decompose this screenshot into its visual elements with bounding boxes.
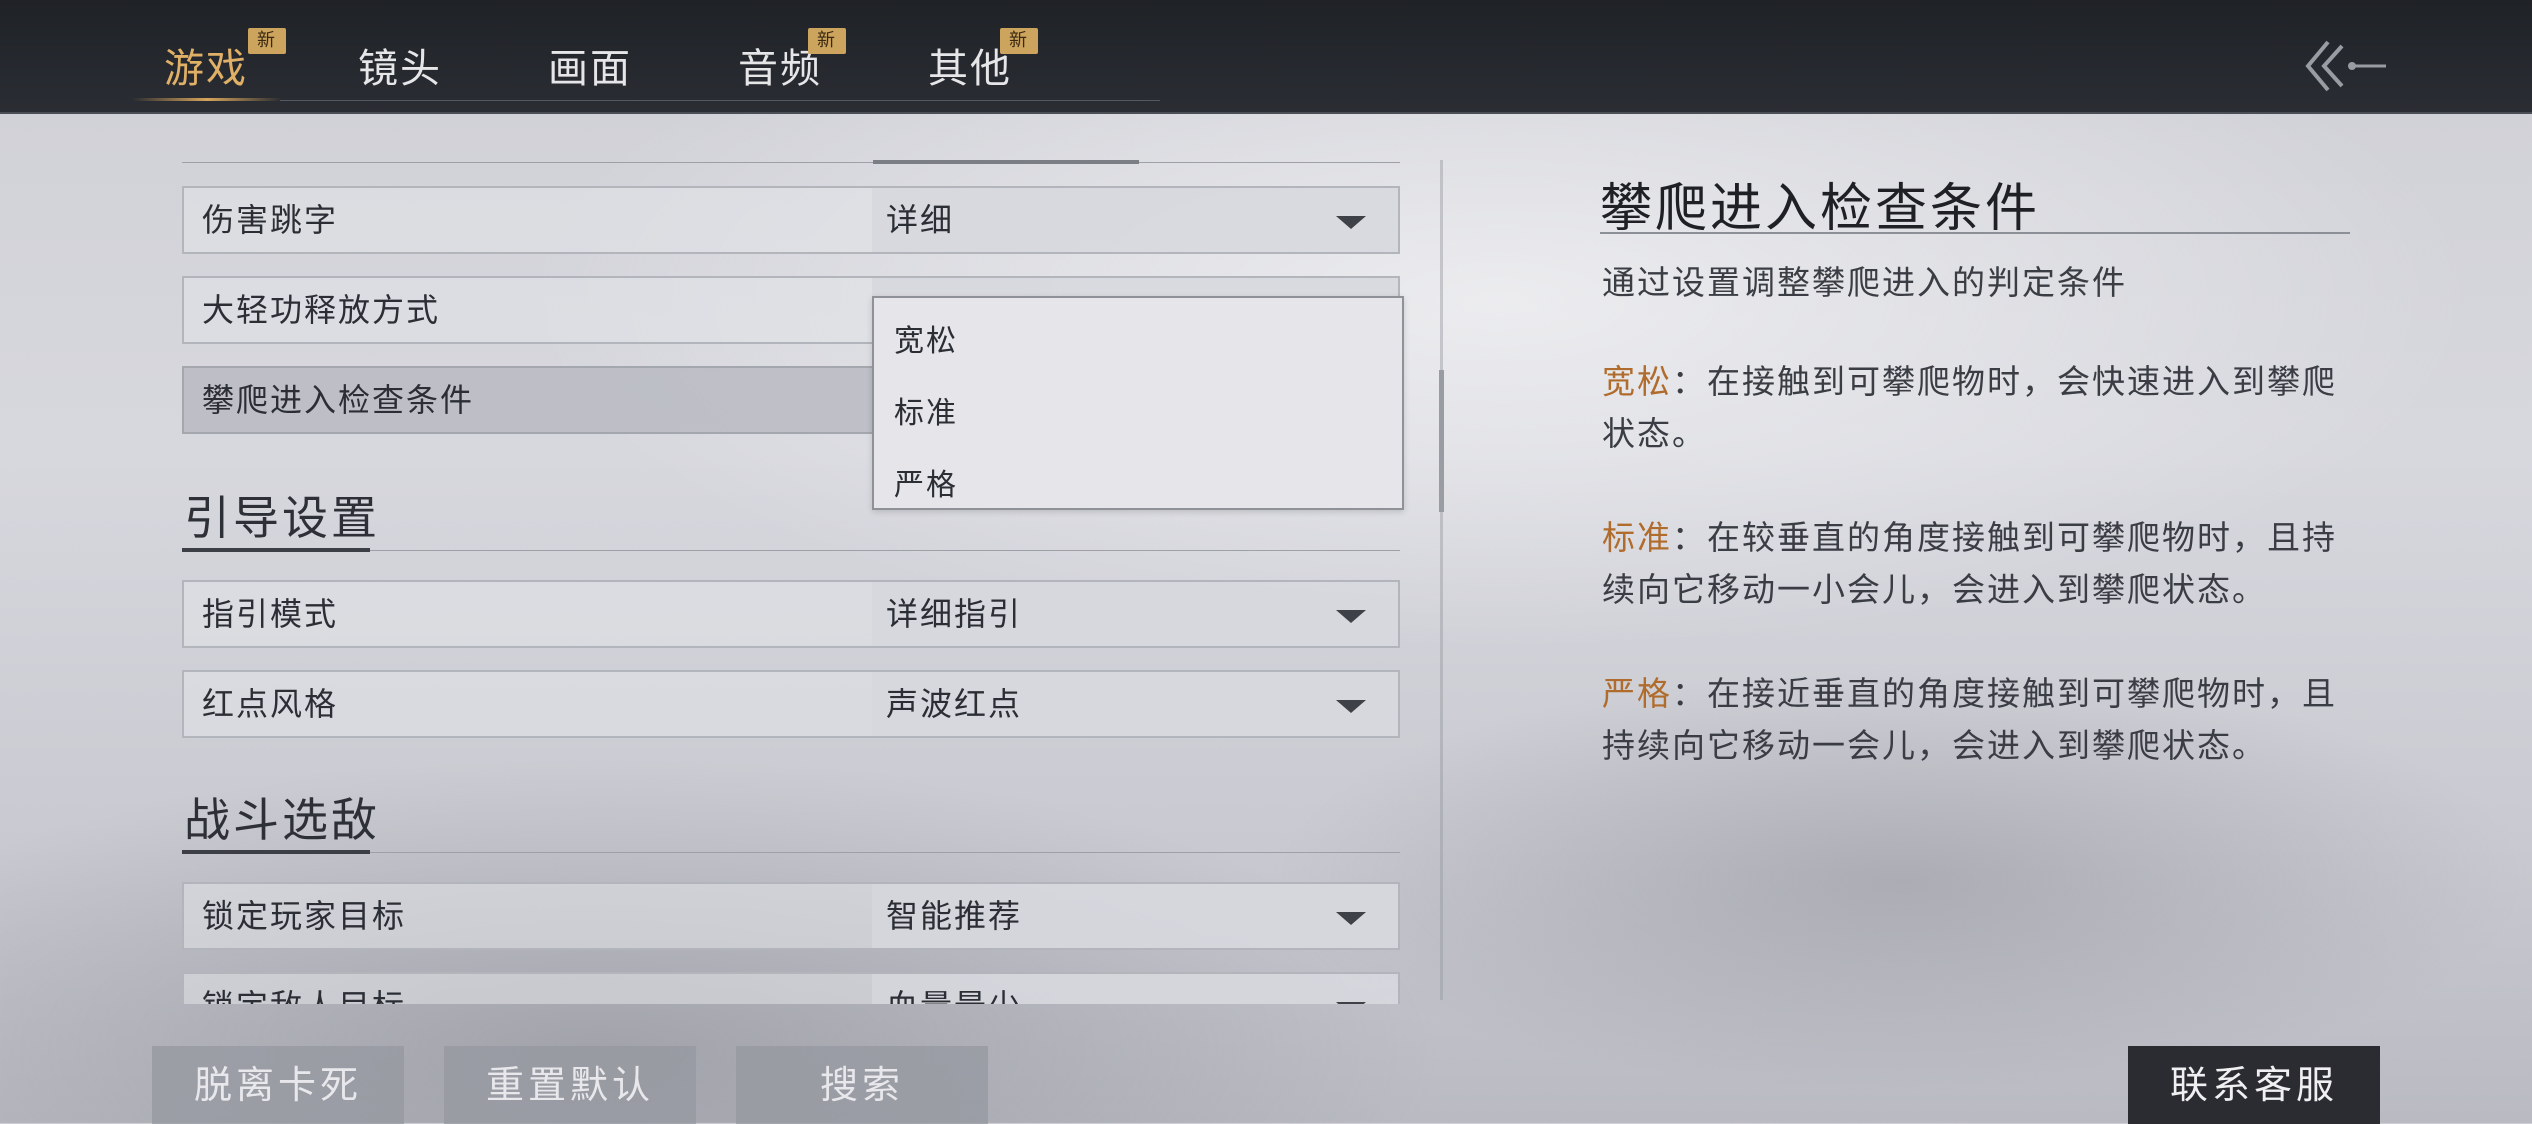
section-title-combat: 战斗选敌 [184, 793, 380, 847]
setting-value: 智能推荐 [886, 897, 1023, 935]
new-badge: 新 [1000, 28, 1038, 54]
new-badge: 新 [248, 28, 286, 54]
setting-label: 红点风格 [202, 685, 339, 723]
setting-select[interactable]: 智能推荐 [872, 884, 1398, 948]
active-tab-underline [132, 98, 282, 101]
tab-audio[interactable]: 音频 新 [738, 28, 846, 96]
double-chevron-left-icon [2305, 40, 2386, 92]
tab-label: 游戏 [164, 46, 248, 92]
setting-value: 血量最少 [886, 974, 1022, 1004]
setting-label: 锁定玩家目标 [202, 897, 407, 935]
back-button[interactable] [2300, 36, 2390, 96]
setting-row-reddot-style[interactable]: 红点风格 声波红点 [182, 670, 1400, 738]
setting-label: 伤害跳字 [202, 201, 339, 239]
setting-label: 锁定敌人目标 [202, 974, 406, 1004]
dropdown-option-standard[interactable]: 标准 [894, 388, 958, 432]
detail-subtitle: 通过设置调整攀爬进入的判定条件 [1602, 263, 2127, 302]
setting-row-lock-player[interactable]: 锁定玩家目标 智能推荐 [182, 882, 1400, 950]
settings-list[interactable]: 伤害跳字 详细 大轻功释放方式 攀爬进入检查条件 引导设置 指引模式 详细指引 … [180, 112, 1405, 1004]
section-title-guide: 引导设置 [184, 491, 380, 545]
contact-support-button[interactable]: 联系客服 [2128, 1046, 2380, 1124]
setting-select[interactable]: 血量最少 [872, 974, 1398, 1004]
detail-key: 宽松 [1602, 362, 1672, 401]
dropdown-arrow-icon [1336, 912, 1366, 925]
dropdown-option-strict[interactable]: 严格 [894, 460, 958, 504]
dropdown-arrow-icon [1336, 216, 1366, 229]
setting-value: 详细 [886, 201, 955, 239]
dropdown-arrow-icon [1336, 700, 1366, 713]
setting-select[interactable]: 详细指引 [872, 582, 1398, 646]
setting-value: 声波红点 [886, 685, 1023, 723]
detail-text: ：在接近垂直的角度接触到可攀爬物时，且持续向它移动一会儿，会进入到攀爬状态。 [1602, 674, 2337, 765]
setting-label: 指引模式 [202, 595, 339, 633]
tab-game[interactable]: 游戏 新 [164, 28, 286, 96]
detail-text: ：在较垂直的角度接触到可攀爬物时，且持续向它移动一小会儿，会进入到攀爬状态。 [1602, 518, 2337, 609]
search-button[interactable]: 搜索 [736, 1046, 988, 1124]
detail-key: 严格 [1602, 674, 1672, 713]
tab-other[interactable]: 其他 新 [928, 28, 1038, 96]
new-badge: 新 [808, 28, 846, 54]
detail-title: 攀爬进入检查条件 [1600, 179, 2041, 239]
unstuck-button[interactable]: 脱离卡死 [152, 1046, 404, 1124]
setting-select[interactable]: 声波红点 [872, 672, 1398, 736]
climb-check-dropdown-menu[interactable]: 宽松 标准 严格 [872, 296, 1404, 510]
tab-label: 镜头 [358, 46, 442, 92]
scrollbar-thumb[interactable] [1439, 370, 1444, 512]
tab-label: 画面 [548, 46, 632, 92]
setting-row-damage-numbers[interactable]: 伤害跳字 详细 [182, 186, 1400, 254]
setting-row-guide-mode[interactable]: 指引模式 详细指引 [182, 580, 1400, 648]
detail-text: ：在接触到可攀爬物时，会快速进入到攀爬状态。 [1602, 362, 2337, 453]
divider-mark [873, 160, 1139, 164]
detail-key: 标准 [1602, 518, 1672, 557]
tab-divider [280, 100, 1160, 101]
tab-graphics[interactable]: 画面 [548, 36, 632, 96]
divider [182, 162, 1400, 163]
reset-default-button[interactable]: 重置默认 [444, 1046, 696, 1124]
dropdown-option-loose[interactable]: 宽松 [894, 316, 958, 360]
detail-item-standard: 标准：在较垂直的角度接触到可攀爬物时，且持续向它移动一小会儿，会进入到攀爬状态。 [1602, 512, 2362, 616]
setting-label: 大轻功释放方式 [202, 291, 441, 329]
scroll-track [1440, 160, 1443, 1000]
detail-title-underline [1600, 232, 2350, 234]
tab-camera[interactable]: 镜头 [358, 36, 442, 96]
detail-item-strict: 严格：在接近垂直的角度接触到可攀爬物时，且持续向它移动一会儿，会进入到攀爬状态。 [1602, 668, 2362, 772]
detail-item-loose: 宽松：在接触到可攀爬物时，会快速进入到攀爬状态。 [1602, 356, 2362, 460]
setting-row-lock-enemy[interactable]: 锁定敌人目标 血量最少 [182, 972, 1400, 1004]
top-nav-bar: 游戏 新 镜头 画面 音频 新 其他 新 [0, 0, 2532, 114]
setting-select[interactable]: 详细 [872, 188, 1398, 252]
section-underline [182, 850, 370, 854]
section-underline [182, 548, 370, 552]
dropdown-arrow-icon [1336, 1002, 1366, 1004]
dropdown-arrow-icon [1336, 610, 1366, 623]
setting-value: 详细指引 [886, 595, 1023, 633]
setting-label: 攀爬进入检查条件 [202, 381, 475, 419]
